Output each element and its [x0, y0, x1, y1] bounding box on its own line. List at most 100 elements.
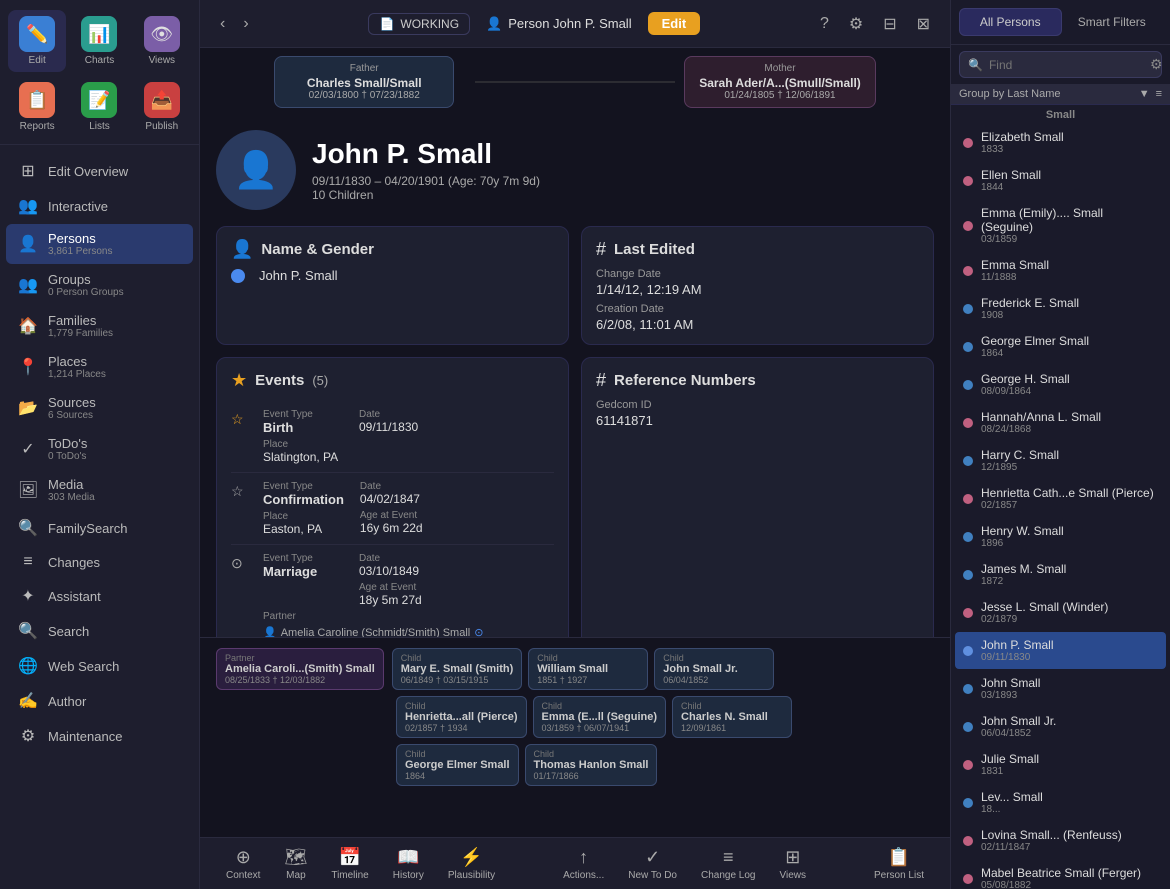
actions-button[interactable]: ↑ Actions... [553, 843, 614, 885]
sidebar-item-maintenance[interactable]: ⚙ Maintenance [6, 719, 193, 753]
list-item-julie[interactable]: Julie Small 1831 [955, 746, 1166, 783]
sidebar-item-views[interactable]: 👁 Views [133, 10, 191, 72]
tree-card-william[interactable]: Child William Small 1851 † 1927 [528, 648, 648, 690]
person-dot-james [963, 570, 973, 580]
view-split-button[interactable]: ⊟ [877, 11, 902, 37]
mother-card[interactable]: Mother Sarah Ader/A...(Smull/Small) 01/2… [684, 56, 876, 108]
list-item-ellen[interactable]: Ellen Small 1844 [955, 162, 1166, 199]
actions-icon: ↑ [579, 847, 588, 868]
list-item-jesse[interactable]: Jesse L. Small (Winder) 02/1879 [955, 594, 1166, 631]
sidebar-item-publish[interactable]: 📤 Publish [133, 76, 191, 138]
sidebar-item-lists[interactable]: 📝 Lists [70, 76, 128, 138]
tree-card-partner[interactable]: Partner Amelia Caroli...(Smith) Small 08… [216, 648, 384, 690]
person-info: John P. Small 09/11/1830 – 04/20/1901 (A… [312, 138, 540, 202]
tree-card-john-jr[interactable]: Child John Small Jr. 06/04/1852 [654, 648, 774, 690]
tree-card-thomas[interactable]: Child Thomas Hanlon Small 01/17/1866 [525, 744, 658, 786]
list-item-john-jr[interactable]: John Small Jr. 06/04/1852 [955, 708, 1166, 745]
tree-card-mary[interactable]: Child Mary E. Small (Smith) 06/1849 † 03… [392, 648, 522, 690]
back-button[interactable]: ‹ [214, 13, 231, 35]
views-bottom-button[interactable]: ⊞ Views [769, 843, 816, 885]
list-item-george-elmer[interactable]: George Elmer Small 1864 [955, 328, 1166, 365]
sidebar-item-groups[interactable]: 👥 Groups 0 Person Groups [6, 265, 193, 305]
tree-card-henrietta[interactable]: Child Henrietta...all (Pierce) 02/1857 †… [396, 696, 527, 738]
list-item-george-h[interactable]: George H. Small 08/09/1864 [955, 366, 1166, 403]
person-name-lovina: Lovina Small... (Renfeuss) [981, 828, 1122, 842]
sidebar-item-edit-overview[interactable]: ⊞ Edit Overview [6, 154, 193, 188]
sidebar-item-familysearch[interactable]: 🔍 FamilySearch [6, 511, 193, 545]
tree-card-george-elmer[interactable]: Child George Elmer Small 1864 [396, 744, 519, 786]
sidebar-item-persons[interactable]: 👤 Persons 3,861 Persons [6, 224, 193, 264]
lists-icon: 📝 [81, 82, 117, 118]
help-button[interactable]: ? [814, 12, 835, 36]
father-card[interactable]: Father Charles Small/Small 02/03/1800 † … [274, 56, 454, 108]
sidebar-item-families[interactable]: 🏠 Families 1,779 Families [6, 306, 193, 346]
sidebar-item-places[interactable]: 📍 Places 1,214 Places [6, 347, 193, 387]
main-area: ‹ › 📄 WORKING 👤 Person John P. Small Edi… [200, 0, 950, 889]
plausibility-button[interactable]: ⚡ Plausibility [438, 843, 505, 885]
partner-link-icon[interactable]: ⊙ [474, 626, 483, 637]
child-label-5: Child [681, 701, 783, 711]
list-item-lovina[interactable]: Lovina Small... (Renfeuss) 02/11/1847 [955, 822, 1166, 859]
smart-filters-button[interactable]: Smart Filters [1062, 8, 1163, 36]
change-log-button[interactable]: ≡ Change Log [691, 843, 766, 885]
father-dates: 02/03/1800 † 07/23/1882 [289, 90, 439, 101]
settings-button[interactable]: ⚙ [843, 11, 869, 37]
sidebar: ✏️ Edit 📊 Charts 👁 Views 📋 Reports 📝 Lis… [0, 0, 200, 889]
sidebar-item-assistant[interactable]: ✦ Assistant [6, 579, 193, 613]
sidebar-item-sources[interactable]: 📂 Sources 6 Sources [6, 388, 193, 428]
list-item-henrietta[interactable]: Henrietta Cath...e Small (Pierce) 02/185… [955, 480, 1166, 517]
list-item-mabel[interactable]: Mabel Beatrice Small (Ferger) 05/08/1882 [955, 860, 1166, 889]
search-input[interactable] [989, 58, 1144, 72]
all-persons-button[interactable]: All Persons [959, 8, 1062, 36]
familysearch-icon: 🔍 [18, 518, 38, 538]
birth-star: ☆ [231, 409, 251, 464]
person-dot-george-h [963, 380, 973, 390]
list-item-james[interactable]: James M. Small 1872 [955, 556, 1166, 593]
sidebar-item-reports[interactable]: 📋 Reports [8, 76, 66, 138]
edit-overview-label: Edit Overview [48, 164, 128, 179]
list-item-frederick[interactable]: Frederick E. Small 1908 [955, 290, 1166, 327]
child-dates-3: 02/1857 † 1934 [405, 723, 518, 733]
list-item-emma-emily[interactable]: Emma (Emily).... Small (Seguine) 03/1859 [955, 200, 1166, 251]
person-name-john: John Small [981, 676, 1040, 690]
tree-card-charles[interactable]: Child Charles N. Small 12/09/1861 [672, 696, 792, 738]
sidebar-item-interactive[interactable]: 👥 Interactive [6, 189, 193, 223]
father-label: Father [289, 63, 439, 74]
edit-button[interactable]: Edit [648, 12, 701, 35]
sidebar-item-changes[interactable]: ≡ Changes [6, 546, 193, 578]
sidebar-item-todos[interactable]: ✓ ToDo's 0 ToDo's [6, 429, 193, 469]
list-item-emma[interactable]: Emma Small 11/1888 [955, 252, 1166, 289]
sidebar-item-media[interactable]: 🖼 Media 303 Media [6, 470, 193, 510]
list-item-hannah[interactable]: Hannah/Anna L. Small 08/24/1868 [955, 404, 1166, 441]
person-name-george-elmer: George Elmer Small [981, 334, 1089, 348]
child-label-4: Child [542, 701, 658, 711]
forward-button[interactable]: › [237, 13, 254, 35]
list-item-lev[interactable]: Lev... Small 18... Henry Small 4896 Harr… [955, 784, 1166, 821]
persons-icon: 👤 [18, 234, 38, 254]
sidebar-item-charts[interactable]: 📊 Charts [70, 10, 128, 72]
sidebar-item-search[interactable]: 🔍 Search [6, 614, 193, 648]
list-item-john-p[interactable]: John P. Small 09/11/1830 [955, 632, 1166, 669]
timeline-button[interactable]: 📅 Timeline [321, 843, 378, 885]
list-item-elizabeth[interactable]: Elizabeth Small 1833 [955, 124, 1166, 161]
tree-card-emma[interactable]: Child Emma (E...ll (Seguine) 03/1859 † 0… [533, 696, 667, 738]
reports-label: Reports [20, 121, 55, 132]
list-item-john[interactable]: John Small 03/1893 [955, 670, 1166, 707]
map-button[interactable]: 🗺 Map [274, 843, 317, 885]
sidebar-item-author[interactable]: ✍ Author [6, 684, 193, 718]
sidebar-item-edit[interactable]: ✏️ Edit [8, 10, 66, 72]
new-todo-button[interactable]: ✓ New To Do [618, 843, 687, 885]
sidebar-item-web-search[interactable]: 🌐 Web Search [6, 649, 193, 683]
working-badge[interactable]: 📄 WORKING [368, 13, 470, 35]
list-item-henry[interactable]: Henry W. Small 1896 [955, 518, 1166, 555]
name-gender-card: 👤 Name & Gender John P. Small [216, 226, 569, 345]
search-settings-icon[interactable]: ⚙ [1150, 56, 1163, 73]
person-list-button[interactable]: 📋 Person List [864, 843, 934, 885]
father-name: Charles Small/Small [289, 76, 439, 90]
fullscreen-button[interactable]: ⊠ [911, 11, 936, 37]
context-button[interactable]: ⊕ Context [216, 843, 270, 885]
events-card: ★ Events (5) ☆ Event Type Birth P [216, 357, 569, 637]
list-item-harry[interactable]: Harry C. Small 12/1895 [955, 442, 1166, 479]
group-bar[interactable]: Group by Last Name ▼ ≡ [951, 84, 1170, 105]
history-button[interactable]: 📖 History [383, 843, 434, 885]
